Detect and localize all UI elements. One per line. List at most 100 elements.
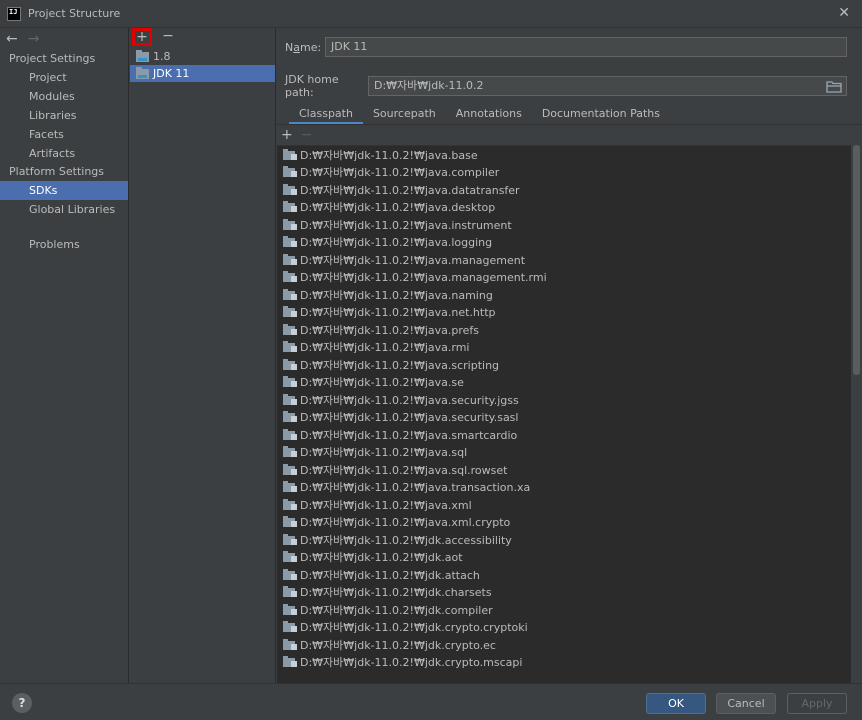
add-classpath-button[interactable]: + bbox=[281, 127, 293, 143]
tab-sourcepath[interactable]: Sourcepath bbox=[363, 105, 446, 125]
tab-annotations[interactable]: Annotations bbox=[446, 105, 532, 125]
close-icon[interactable]: ✕ bbox=[838, 5, 850, 21]
classpath-entry-label: D:₩자바₩jdk-11.0.2!₩java.sql.rowset bbox=[300, 463, 508, 477]
list-item[interactable]: D:₩자바₩jdk-11.0.2!₩java.rmi bbox=[277, 339, 851, 357]
ok-button[interactable]: OK bbox=[646, 693, 706, 714]
library-folder-icon bbox=[283, 183, 297, 195]
remove-sdk-button[interactable]: − bbox=[158, 28, 178, 46]
sdk-item-jdk-11[interactable]: JDK 11 bbox=[130, 65, 275, 82]
classpath-list[interactable]: D:₩자바₩jdk-11.0.2!₩java.base D:₩자바₩jdk-11.… bbox=[277, 145, 851, 683]
list-item[interactable]: D:₩자바₩jdk-11.0.2!₩jdk.attach bbox=[277, 566, 851, 584]
list-item[interactable]: D:₩자바₩jdk-11.0.2!₩java.sql bbox=[277, 444, 851, 462]
tab-documentation-paths[interactable]: Documentation Paths bbox=[532, 105, 670, 125]
list-item[interactable]: D:₩자바₩jdk-11.0.2!₩java.naming bbox=[277, 286, 851, 304]
list-item[interactable]: D:₩자바₩jdk-11.0.2!₩java.scripting bbox=[277, 356, 851, 374]
name-input[interactable]: JDK 11 bbox=[325, 37, 847, 57]
sidebar-item-libraries[interactable]: Libraries bbox=[0, 106, 128, 125]
classpath-entry-label: D:₩자바₩jdk-11.0.2!₩java.sql bbox=[300, 446, 468, 460]
home-path-row: JDK home path: D:₩자바₩jdk-11.0.2 bbox=[285, 73, 847, 99]
library-folder-icon bbox=[283, 446, 297, 458]
sidebar-item-facets[interactable]: Facets bbox=[0, 125, 128, 144]
sidebar-item-global-libraries[interactable]: Global Libraries bbox=[0, 200, 128, 219]
classpath-entry-label: D:₩자바₩jdk-11.0.2!₩java.logging bbox=[300, 236, 493, 250]
classpath-scrollbar[interactable] bbox=[851, 145, 862, 683]
jdk-folder-icon bbox=[136, 49, 149, 62]
list-item[interactable]: D:₩자바₩jdk-11.0.2!₩jdk.compiler bbox=[277, 601, 851, 619]
add-sdk-button[interactable]: + bbox=[132, 28, 152, 46]
list-item[interactable]: D:₩자바₩jdk-11.0.2!₩java.compiler bbox=[277, 164, 851, 182]
library-folder-icon bbox=[283, 463, 297, 475]
list-item[interactable]: D:₩자바₩jdk-11.0.2!₩java.security.jgss bbox=[277, 391, 851, 409]
help-button[interactable]: ? bbox=[12, 693, 32, 713]
classpath-entry-label: D:₩자바₩jdk-11.0.2!₩java.security.sasl bbox=[300, 411, 519, 425]
library-folder-icon bbox=[283, 551, 297, 563]
list-item[interactable]: D:₩자바₩jdk-11.0.2!₩java.smartcardio bbox=[277, 426, 851, 444]
list-item[interactable]: D:₩자바₩jdk-11.0.2!₩java.datatransfer bbox=[277, 181, 851, 199]
sidebar-item-problems[interactable]: Problems bbox=[0, 235, 128, 254]
list-item[interactable]: D:₩자바₩jdk-11.0.2!₩jdk.crypto.mscapi bbox=[277, 654, 851, 672]
list-item[interactable]: D:₩자바₩jdk-11.0.2!₩java.se bbox=[277, 374, 851, 392]
list-item[interactable]: D:₩자바₩jdk-11.0.2!₩java.net.http bbox=[277, 304, 851, 322]
detail-tabs: Classpath Sourcepath Annotations Documen… bbox=[289, 105, 670, 125]
list-item[interactable]: D:₩자바₩jdk-11.0.2!₩java.xml.crypto bbox=[277, 514, 851, 532]
list-item[interactable]: D:₩자바₩jdk-11.0.2!₩java.desktop bbox=[277, 199, 851, 217]
window-title: Project Structure bbox=[28, 7, 121, 20]
list-item[interactable]: D:₩자바₩jdk-11.0.2!₩java.prefs bbox=[277, 321, 851, 339]
list-item[interactable]: D:₩자바₩jdk-11.0.2!₩jdk.charsets bbox=[277, 584, 851, 602]
classpath-entry-label: D:₩자바₩jdk-11.0.2!₩jdk.attach bbox=[300, 568, 480, 582]
library-folder-icon bbox=[283, 148, 297, 160]
classpath-entry-label: D:₩자바₩jdk-11.0.2!₩java.se bbox=[300, 376, 464, 390]
list-item[interactable]: D:₩자바₩jdk-11.0.2!₩java.sql.rowset bbox=[277, 461, 851, 479]
library-folder-icon bbox=[283, 638, 297, 650]
sidebar-item-sdks[interactable]: SDKs bbox=[0, 181, 128, 200]
sidebar-item-modules[interactable]: Modules bbox=[0, 87, 128, 106]
list-item[interactable]: D:₩자바₩jdk-11.0.2!₩jdk.aot bbox=[277, 549, 851, 567]
sidebar-item-artifacts[interactable]: Artifacts bbox=[0, 144, 128, 163]
jdk-folder-icon bbox=[136, 66, 149, 79]
classpath-entry-label: D:₩자바₩jdk-11.0.2!₩jdk.accessibility bbox=[300, 533, 512, 547]
browse-folder-icon[interactable] bbox=[826, 79, 842, 93]
library-folder-icon bbox=[283, 306, 297, 318]
list-item[interactable]: D:₩자바₩jdk-11.0.2!₩java.instrument bbox=[277, 216, 851, 234]
sdk-detail-panel: Name: JDK 11 JDK home path: D:₩자바₩jdk-11… bbox=[277, 28, 862, 683]
back-arrow-icon[interactable]: ← bbox=[6, 31, 18, 47]
sdk-item-1-8[interactable]: 1.8 bbox=[130, 48, 275, 65]
list-item[interactable]: D:₩자바₩jdk-11.0.2!₩java.management bbox=[277, 251, 851, 269]
list-item[interactable]: D:₩자바₩jdk-11.0.2!₩java.base bbox=[277, 146, 851, 164]
list-item[interactable]: D:₩자바₩jdk-11.0.2!₩jdk.crypto.ec bbox=[277, 636, 851, 654]
classpath-entry-label: D:₩자바₩jdk-11.0.2!₩java.net.http bbox=[300, 306, 496, 320]
classpath-entry-label: D:₩자바₩jdk-11.0.2!₩java.security.jgss bbox=[300, 393, 519, 407]
list-item[interactable]: D:₩자바₩jdk-11.0.2!₩java.management.rmi bbox=[277, 269, 851, 287]
tab-classpath[interactable]: Classpath bbox=[289, 105, 363, 125]
classpath-entry-label: D:₩자바₩jdk-11.0.2!₩java.scripting bbox=[300, 358, 500, 372]
list-item[interactable]: D:₩자바₩jdk-11.0.2!₩java.transaction.xa bbox=[277, 479, 851, 497]
forward-arrow-icon[interactable]: → bbox=[28, 31, 40, 47]
list-item[interactable]: D:₩자바₩jdk-11.0.2!₩java.security.sasl bbox=[277, 409, 851, 427]
scrollbar-thumb[interactable] bbox=[853, 145, 860, 375]
classpath-entry-label: D:₩자바₩jdk-11.0.2!₩java.prefs bbox=[300, 323, 479, 337]
library-folder-icon bbox=[283, 323, 297, 335]
list-item[interactable]: D:₩자바₩jdk-11.0.2!₩java.logging bbox=[277, 234, 851, 252]
classpath-entry-label: D:₩자바₩jdk-11.0.2!₩java.naming bbox=[300, 288, 493, 302]
library-folder-icon bbox=[283, 358, 297, 370]
classpath-entry-label: D:₩자바₩jdk-11.0.2!₩java.instrument bbox=[300, 218, 512, 232]
sidebar-item-project[interactable]: Project bbox=[0, 68, 128, 87]
home-path-input[interactable]: D:₩자바₩jdk-11.0.2 bbox=[368, 76, 847, 96]
remove-classpath-button[interactable]: − bbox=[301, 127, 313, 143]
library-folder-icon bbox=[283, 236, 297, 248]
classpath-entry-label: D:₩자바₩jdk-11.0.2!₩java.management.rmi bbox=[300, 271, 547, 285]
name-row: Name: JDK 11 bbox=[285, 37, 847, 57]
classpath-entry-label: D:₩자바₩jdk-11.0.2!₩java.transaction.xa bbox=[300, 481, 531, 495]
nav-arrows: ← → bbox=[0, 28, 128, 50]
list-item[interactable]: D:₩자바₩jdk-11.0.2!₩java.xml bbox=[277, 496, 851, 514]
classpath-entry-label: D:₩자바₩jdk-11.0.2!₩jdk.charsets bbox=[300, 586, 492, 600]
list-item[interactable]: D:₩자바₩jdk-11.0.2!₩jdk.crypto.cryptoki bbox=[277, 619, 851, 637]
classpath-entry-label: D:₩자바₩jdk-11.0.2!₩jdk.crypto.mscapi bbox=[300, 656, 523, 670]
settings-sidebar: ← → Project Settings Project Modules Lib… bbox=[0, 28, 129, 683]
library-folder-icon bbox=[283, 288, 297, 300]
list-item[interactable]: D:₩자바₩jdk-11.0.2!₩jdk.accessibility bbox=[277, 531, 851, 549]
apply-button[interactable]: Apply bbox=[787, 693, 847, 714]
cancel-button[interactable]: Cancel bbox=[716, 693, 776, 714]
sdk-item-label: 1.8 bbox=[153, 50, 171, 63]
